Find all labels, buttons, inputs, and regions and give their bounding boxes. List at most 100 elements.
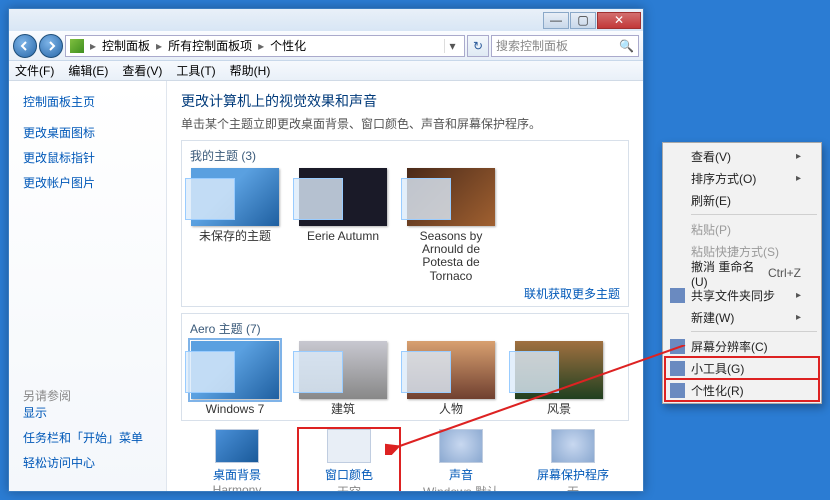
menu-tools[interactable]: 工具(T) [176,62,215,79]
theme-name: 风景 [514,403,604,416]
breadcrumb-part[interactable]: 所有控制面板项 [168,37,252,54]
ctx-label: 排序方式(O) [691,170,756,187]
desktop-background-icon [215,429,259,463]
menu-edit[interactable]: 编辑(E) [68,62,108,79]
menu-bar: 文件(F) 编辑(E) 查看(V) 工具(T) 帮助(H) [9,61,643,81]
bottom-options: 桌面背景 Harmony 窗口颜色 天空 声音 Windows 默认 屏幕保护程… [181,429,629,491]
sidebar-taskbar[interactable]: 任务栏和「开始」菜单 [23,429,152,446]
theme-item[interactable]: 人物 [406,341,496,416]
ctx-label: 小工具(G) [691,360,744,377]
sidebar-desktop-icons[interactable]: 更改桌面图标 [23,124,152,141]
separator [691,214,817,215]
sounds-icon [439,429,483,463]
control-panel-icon [70,39,84,53]
titlebar: — ▢ ✕ [9,9,643,31]
ctx-screen-resolution[interactable]: 屏幕分辨率(C) [665,335,819,357]
back-button[interactable] [13,34,37,58]
separator [691,331,817,332]
sidebar-ease-of-access[interactable]: 轻松访问中心 [23,454,152,471]
option-label: 声音 [411,466,511,483]
chevron-right-icon: ▸ [258,39,264,53]
option-value: Harmony [187,483,287,491]
ctx-shortcut: Ctrl+Z [768,266,801,280]
personalization-window: — ▢ ✕ ▸ 控制面板 ▸ 所有控制面板项 ▸ 个性化 ▾ ↻ 搜索控制面板 … [8,8,644,492]
sounds-option[interactable]: 声音 Windows 默认 [411,429,511,491]
theme-thumbnail [191,341,279,399]
theme-name: 人物 [406,403,496,416]
aero-themes-panel: Aero 主题 (7) Windows 7 建筑 人物 [181,313,629,421]
menu-file[interactable]: 文件(F) [15,62,54,79]
theme-name: Eerie Autumn [298,230,388,243]
breadcrumb-part[interactable]: 控制面板 [102,37,150,54]
sidebar-display[interactable]: 显示 [23,404,152,421]
sidebar-account-picture[interactable]: 更改帐户图片 [23,174,152,191]
ctx-shared-sync[interactable]: 共享文件夹同步 ▸ [665,284,819,306]
option-value: Windows 默认 [411,483,511,491]
ctx-label: 共享文件夹同步 [691,287,775,304]
sidebar-mouse-pointers[interactable]: 更改鼠标指针 [23,149,152,166]
theme-name: Windows 7 [190,403,280,416]
minimize-button[interactable]: — [543,12,569,29]
screensaver-option[interactable]: 屏幕保护程序 无 [523,429,623,491]
aero-themes-label: Aero 主题 (7) [190,320,620,337]
ctx-view[interactable]: 查看(V)▸ [665,145,819,167]
screensaver-icon [551,429,595,463]
page-title: 更改计算机上的视觉效果和声音 [181,91,629,111]
theme-item[interactable]: 风景 [514,341,604,416]
gadget-icon [670,361,685,376]
option-label: 桌面背景 [187,466,287,483]
content-area: 更改计算机上的视觉效果和声音 单击某个主题立即更改桌面背景、窗口颜色、声音和屏幕… [167,81,643,491]
personalize-icon [670,383,685,398]
theme-name: 建筑 [298,403,388,416]
page-subtitle: 单击某个主题立即更改桌面背景、窗口颜色、声音和屏幕保护程序。 [181,115,629,132]
chevron-right-icon: ▸ [796,312,801,323]
ctx-refresh[interactable]: 刷新(E) [665,189,819,211]
desktop-context-menu: 查看(V)▸ 排序方式(O)▸ 刷新(E) 粘贴(P) 粘贴快捷方式(S) 撤消… [662,142,822,404]
theme-item[interactable]: Seasons by Arnould de Potesta de Tornaco [406,168,496,283]
forward-button[interactable] [39,34,63,58]
theme-item[interactable]: 未保存的主题 [190,168,280,283]
ctx-label: 新建(W) [691,309,734,326]
option-value: 无 [523,483,623,491]
breadcrumb-part[interactable]: 个性化 [270,37,306,54]
theme-name: 未保存的主题 [190,230,280,243]
ctx-undo-rename[interactable]: 撤消 重命名(U)Ctrl+Z [665,262,819,284]
ctx-gadgets[interactable]: 小工具(G) [665,357,819,379]
ctx-personalize[interactable]: 个性化(R) [665,379,819,401]
ctx-paste: 粘贴(P) [665,218,819,240]
see-also-label: 另请参阅 [23,387,152,404]
theme-name: Seasons by Arnould de Potesta de Tornaco [406,230,496,283]
theme-item[interactable]: 建筑 [298,341,388,416]
refresh-button[interactable]: ↻ [467,35,489,57]
theme-item[interactable]: Eerie Autumn [298,168,388,283]
menu-view[interactable]: 查看(V) [122,62,162,79]
sidebar: 控制面板主页 更改桌面图标 更改鼠标指针 更改帐户图片 另请参阅 显示 任务栏和… [9,81,167,491]
close-button[interactable]: ✕ [597,12,641,29]
sync-icon [670,288,685,303]
search-input[interactable]: 搜索控制面板 🔍 [491,35,639,57]
chevron-right-icon: ▸ [156,39,162,53]
breadcrumb[interactable]: ▸ 控制面板 ▸ 所有控制面板项 ▸ 个性化 ▾ [65,35,465,57]
chevron-right-icon: ▸ [796,290,801,301]
sidebar-home[interactable]: 控制面板主页 [23,93,152,110]
ctx-new[interactable]: 新建(W) ▸ [665,306,819,328]
theme-thumbnail [515,341,603,399]
menu-help[interactable]: 帮助(H) [230,62,271,79]
chevron-down-icon[interactable]: ▾ [444,39,460,53]
ctx-label: 屏幕分辨率(C) [691,338,768,355]
maximize-button[interactable]: ▢ [570,12,596,29]
theme-item[interactable]: Windows 7 [190,341,280,416]
more-themes-link[interactable]: 联机获取更多主题 [524,287,620,301]
ctx-sort[interactable]: 排序方式(O)▸ [665,167,819,189]
theme-thumbnail [299,341,387,399]
my-themes-label: 我的主题 (3) [190,147,620,164]
ctx-label: 刷新(E) [691,192,731,209]
window-color-icon [327,429,371,463]
option-label: 窗口颜色 [299,466,399,483]
window-color-option[interactable]: 窗口颜色 天空 [299,429,399,491]
option-label: 屏幕保护程序 [523,466,623,483]
ctx-label: 查看(V) [691,148,731,165]
address-bar: ▸ 控制面板 ▸ 所有控制面板项 ▸ 个性化 ▾ ↻ 搜索控制面板 🔍 [9,31,643,61]
desktop-background-option[interactable]: 桌面背景 Harmony [187,429,287,491]
search-icon: 🔍 [619,39,634,53]
